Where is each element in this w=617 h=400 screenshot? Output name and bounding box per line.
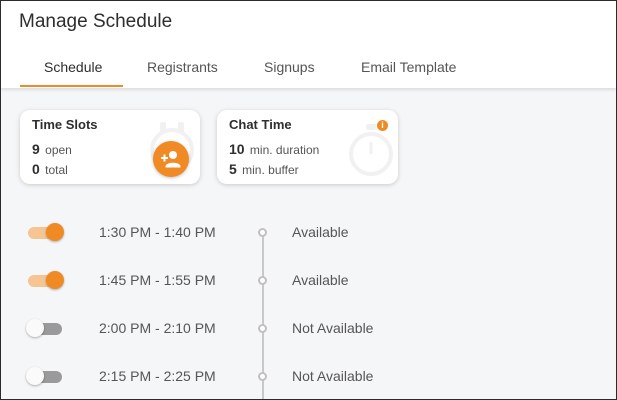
buffer-value: 5: [229, 161, 237, 177]
timeline-node: [258, 372, 267, 381]
duration-stat: 10 min. duration: [229, 141, 319, 157]
time-slots-title: Time Slots: [32, 117, 98, 132]
chat-time-card: Chat Time i 10 min. duration 5 min. buff…: [217, 110, 398, 184]
open-slots-count: 9: [32, 141, 40, 157]
total-slots-stat: 0 total: [32, 161, 68, 177]
slot-time: 1:30 PM - 1:40 PM: [99, 224, 216, 240]
tab-registrants[interactable]: Registrants: [147, 59, 218, 75]
add-time-slot-button[interactable]: [153, 141, 189, 177]
slot-availability-toggle[interactable]: [26, 223, 64, 241]
buffer-label: min. buffer: [242, 163, 299, 177]
tab-signups[interactable]: Signups: [264, 59, 315, 75]
timeline-node: [258, 324, 267, 333]
slot-status: Available: [292, 272, 349, 288]
toggle-thumb: [26, 367, 44, 385]
slot-time: 2:15 PM - 2:25 PM: [99, 368, 216, 384]
timeline-node: [258, 228, 267, 237]
chat-time-title: Chat Time: [229, 117, 292, 132]
duration-value: 10: [229, 141, 245, 157]
open-slots-stat: 9 open: [32, 141, 72, 157]
toggle-thumb: [46, 223, 64, 241]
total-slots-count: 0: [32, 161, 40, 177]
active-tab-indicator: [20, 85, 123, 87]
tab-bar: Schedule Registrants Signups Email Templ…: [1, 53, 616, 88]
page-title: Manage Schedule: [19, 11, 173, 32]
slot-status: Available: [292, 224, 349, 240]
tab-schedule[interactable]: Schedule: [44, 59, 102, 75]
slot-availability-toggle[interactable]: [26, 271, 64, 289]
slot-time: 2:00 PM - 2:10 PM: [99, 320, 216, 336]
time-slots-card: Time Slots 9 open 0 total: [20, 110, 200, 184]
slot-row: 2:00 PM - 2:10 PM Not Available: [1, 313, 616, 343]
info-icon[interactable]: i: [377, 120, 388, 131]
total-slots-label: total: [45, 163, 68, 177]
slot-row: 1:30 PM - 1:40 PM Available: [1, 217, 616, 247]
slot-status: Not Available: [292, 368, 374, 384]
header: Manage Schedule Schedule Registrants Sig…: [1, 1, 616, 88]
slot-row: 1:45 PM - 1:55 PM Available: [1, 265, 616, 295]
slot-row: 2:15 PM - 2:25 PM Not Available: [1, 361, 616, 391]
stopwatch-watermark-icon: [349, 124, 393, 176]
open-slots-label: open: [45, 143, 72, 157]
tab-email-template[interactable]: Email Template: [361, 59, 456, 75]
toggle-thumb: [26, 319, 44, 337]
manage-schedule-panel: Manage Schedule Schedule Registrants Sig…: [0, 0, 617, 400]
slot-status: Not Available: [292, 320, 374, 336]
person-add-icon: [161, 151, 181, 168]
slot-availability-toggle[interactable]: [26, 319, 64, 337]
slot-time: 1:45 PM - 1:55 PM: [99, 272, 216, 288]
timeline-node: [258, 276, 267, 285]
toggle-thumb: [46, 271, 64, 289]
duration-label: min. duration: [249, 143, 320, 157]
slot-availability-toggle[interactable]: [26, 367, 64, 385]
buffer-stat: 5 min. buffer: [229, 161, 299, 177]
